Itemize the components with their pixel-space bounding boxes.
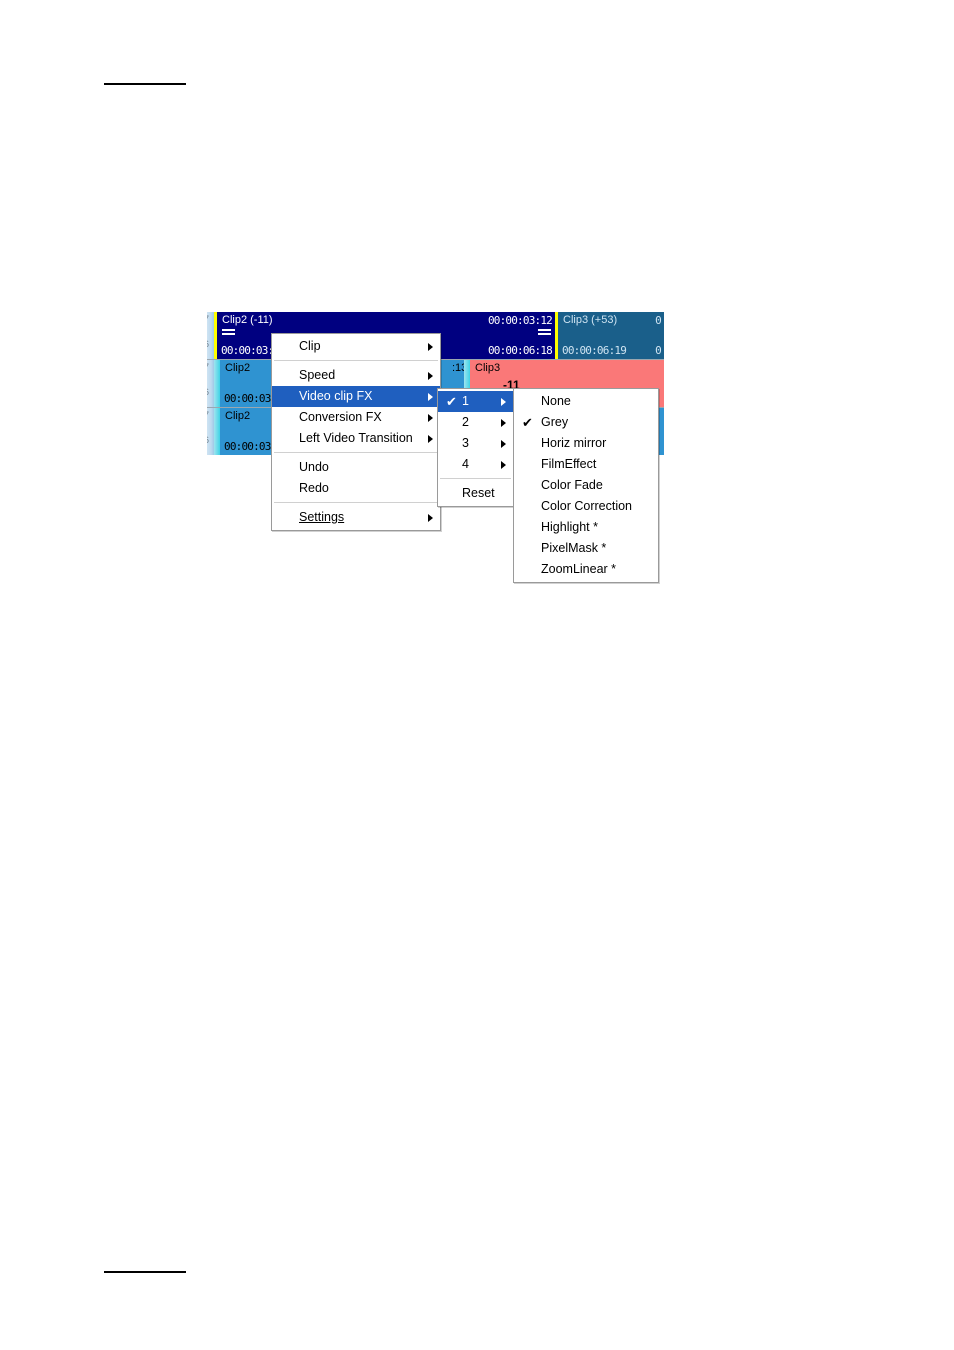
menu-item-redo[interactable]: Redo (272, 478, 440, 499)
gutter-number: 7 (207, 410, 209, 420)
context-menu[interactable]: Clip Speed Video clip FX Conversion FX L… (271, 333, 441, 531)
gutter-number: 6 (207, 387, 209, 397)
menu-item-label: Redo (299, 481, 329, 495)
clip-name: Clip2 (-11) (222, 314, 273, 326)
fx-effect-submenu[interactable]: None ✔ Grey Horiz mirror FilmEffect Colo… (513, 388, 659, 583)
menu-item-fx-color-fade[interactable]: Color Fade (514, 475, 658, 496)
menu-item-label: 3 (462, 436, 469, 450)
menu-item-label: 2 (462, 415, 469, 429)
menu-item-clip[interactable]: Clip (272, 336, 440, 357)
menu-item-fx-grey[interactable]: ✔ Grey (514, 412, 658, 433)
clip-name: Clip3 (475, 362, 501, 374)
chevron-right-icon (428, 513, 433, 522)
menu-item-video-clip-fx[interactable]: Video clip FX (272, 386, 440, 407)
menu-item-label: ZoomLinear * (541, 562, 617, 576)
menu-item-undo[interactable]: Undo (272, 457, 440, 478)
timeline-gutter: 7 6 (207, 408, 214, 455)
chevron-right-icon (501, 460, 506, 469)
chevron-right-icon (428, 434, 433, 443)
chevron-right-icon (428, 392, 433, 401)
clip-timecode-out: 00:00:03:12 (487, 314, 553, 327)
chevron-right-icon (501, 397, 506, 406)
clip-handle-icon[interactable] (538, 329, 551, 336)
menu-item-label: Color Fade (541, 478, 603, 492)
clip-timecode-in: 00:00:06:19 (562, 344, 627, 357)
chevron-right-icon (428, 413, 433, 422)
menu-separator (274, 452, 438, 454)
timeline-clip[interactable]: Clip3 (+53) 0 00:00:06:19 0 (558, 312, 664, 359)
menu-item-label: FilmEffect (541, 457, 597, 471)
menu-item-label: Video clip FX (299, 389, 373, 403)
clip-name: Clip2 (225, 410, 251, 422)
menu-item-label: Grey (541, 415, 569, 429)
clip-timecode-end: 0 (655, 344, 662, 357)
page-footer-rule (104, 1271, 186, 1273)
menu-separator (440, 478, 511, 480)
menu-item-fx-horiz-mirror[interactable]: Horiz mirror (514, 433, 658, 454)
menu-item-label: Undo (299, 460, 329, 474)
menu-item-fx-highlight[interactable]: Highlight * (514, 517, 658, 538)
menu-separator (274, 502, 438, 504)
clip-name: Clip3 (+53) (563, 314, 618, 326)
chevron-right-icon (501, 418, 506, 427)
timeline-gutter: 7 6 (207, 360, 214, 407)
menu-item-label: Settings (299, 510, 345, 524)
menu-separator (274, 360, 438, 362)
menu-item-label: Horiz mirror (541, 436, 607, 450)
menu-item-fx-level-4[interactable]: 4 (438, 454, 513, 475)
menu-item-speed[interactable]: Speed (272, 365, 440, 386)
menu-item-fx-level-3[interactable]: 3 (438, 433, 513, 454)
menu-item-label: None (541, 394, 571, 408)
gutter-number: 6 (207, 339, 209, 349)
clip-handle-icon[interactable] (222, 329, 235, 336)
menu-item-fx-filmeffect[interactable]: FilmEffect (514, 454, 658, 475)
timeline-gutter: 7 6 (207, 312, 214, 359)
clip-timecode-end: 00:00:06:18 (487, 344, 553, 357)
menu-item-fx-reset[interactable]: Reset (438, 483, 513, 504)
checkmark-icon: ✔ (522, 415, 533, 430)
menu-item-conversion-fx[interactable]: Conversion FX (272, 407, 440, 428)
menu-item-fx-level-1[interactable]: ✔ 1 (438, 391, 513, 412)
menu-item-fx-pixelmask[interactable]: PixelMask * (514, 538, 658, 559)
chevron-right-icon (428, 371, 433, 380)
gutter-number: 6 (207, 435, 209, 445)
menu-item-label: 1 (462, 394, 469, 408)
menu-item-fx-zoomlinear[interactable]: ZoomLinear * (514, 559, 658, 580)
clip-timecode-out: 0 (655, 314, 662, 327)
menu-item-label: Reset (462, 486, 495, 500)
chevron-right-icon (428, 342, 433, 351)
menu-item-label: Conversion FX (299, 410, 382, 424)
checkmark-icon: ✔ (446, 394, 457, 409)
menu-item-label: Clip (299, 339, 321, 353)
menu-item-label: Highlight * (541, 520, 598, 534)
menu-item-label: 4 (462, 457, 469, 471)
menu-item-left-video-transition[interactable]: Left Video Transition (272, 428, 440, 449)
menu-item-label: Left Video Transition (299, 431, 413, 445)
page-header-rule (104, 83, 186, 85)
menu-item-label: Color Correction (541, 499, 633, 513)
gutter-number: 7 (207, 362, 209, 372)
menu-item-settings[interactable]: Settings (272, 507, 440, 528)
chevron-right-icon (501, 439, 506, 448)
clip-name: Clip2 (225, 362, 251, 374)
menu-item-fx-none[interactable]: None (514, 391, 658, 412)
menu-item-label: PixelMask * (541, 541, 607, 555)
menu-item-fx-level-2[interactable]: 2 (438, 412, 513, 433)
menu-item-fx-color-correction[interactable]: Color Correction (514, 496, 658, 517)
gutter-number: 7 (207, 314, 209, 324)
fx-level-submenu[interactable]: ✔ 1 2 3 4 Reset (437, 388, 514, 507)
menu-item-label: Speed (299, 368, 336, 382)
